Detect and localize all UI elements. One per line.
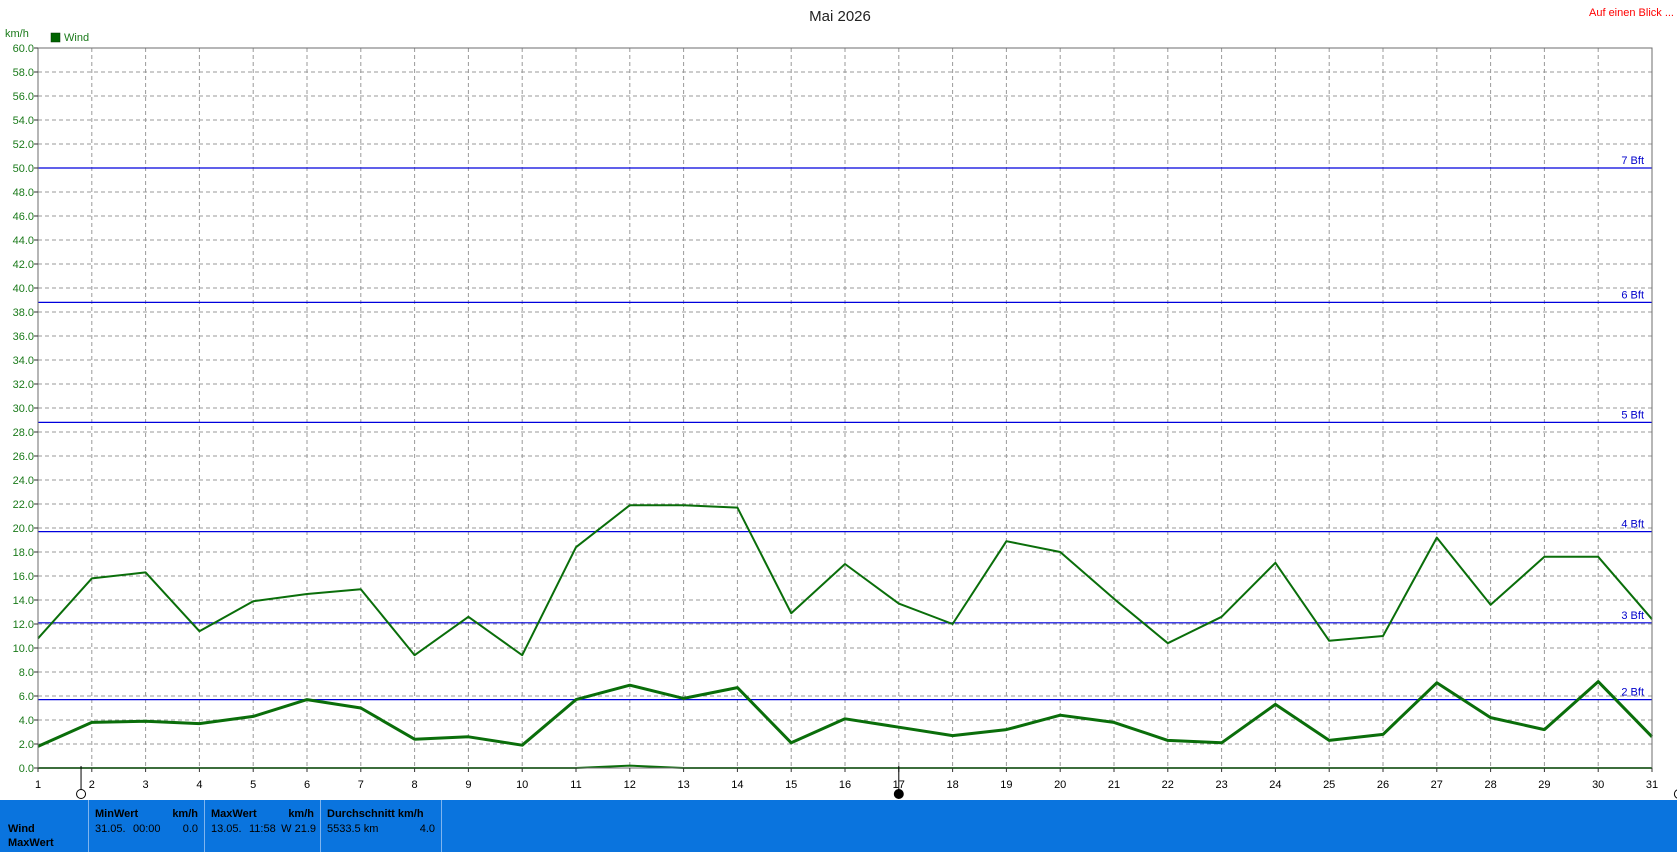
- stats-row-label-maxwert: MaxWert: [8, 837, 54, 849]
- y-tick-label: 18.0: [13, 547, 34, 559]
- x-tick-label: 1: [35, 779, 41, 791]
- y-tick-label: 12.0: [13, 619, 34, 631]
- beaufort-label: 4 Bft: [1621, 519, 1644, 531]
- x-tick-label: 2: [89, 779, 95, 791]
- y-tick-label: 50.0: [13, 163, 34, 175]
- auf-einen-blick-link[interactable]: Auf einen Blick ...: [1589, 7, 1674, 19]
- x-tick-label: 9: [465, 779, 471, 791]
- beaufort-label: 3 Bft: [1621, 610, 1644, 622]
- x-tick-label: 14: [731, 779, 743, 791]
- beaufort-label: 2 Bft: [1621, 687, 1644, 699]
- y-tick-label: 54.0: [13, 115, 34, 127]
- y-tick-label: 36.0: [13, 331, 34, 343]
- y-tick-label: 44.0: [13, 235, 34, 247]
- min-header: MinWert: [95, 808, 139, 820]
- wind-chart: 2 Bft 3 Bft 4 Bft 5 Bft 6 Bft 7 Bft 0.0 2.0 4.0…: [5, 7, 1677, 799]
- x-tick-label: 24: [1269, 779, 1281, 791]
- x-tick-label: 27: [1431, 779, 1443, 791]
- y-tick-label: 2.0: [19, 739, 34, 751]
- y-tick-label: 20.0: [13, 523, 34, 535]
- y-tick-label: 14.0: [13, 595, 34, 607]
- y-tick-label: 6.0: [19, 691, 34, 703]
- x-tick-label: 8: [412, 779, 418, 791]
- statistics-bar: Wind MaxWert MinWert km/h 31.05. 00:00 0…: [0, 800, 1677, 852]
- x-tick-label: 5: [250, 779, 256, 791]
- legend-label: Wind: [64, 32, 89, 44]
- y-tick-label: 10.0: [13, 643, 34, 655]
- y-tick-label: 58.0: [13, 67, 34, 79]
- x-tick-label: 13: [677, 779, 689, 791]
- x-tick-label: 18: [946, 779, 958, 791]
- y-tick-label: 38.0: [13, 307, 34, 319]
- min-unit: km/h: [172, 808, 198, 820]
- avg-header: Durchschnitt km/h: [327, 808, 424, 820]
- range-marker-handle[interactable]: [893, 789, 904, 799]
- x-tick-label: 15: [785, 779, 797, 791]
- y-tick-label: 4.0: [19, 715, 34, 727]
- y-tick-label: 30.0: [13, 403, 34, 415]
- min-date: 31.05.: [95, 823, 126, 835]
- x-tick-label: 23: [1215, 779, 1227, 791]
- stats-row-labels: Wind MaxWert: [0, 800, 88, 852]
- x-tick-label: 6: [304, 779, 310, 791]
- max-unit: km/h: [288, 808, 314, 820]
- max-header: MaxWert: [211, 808, 257, 820]
- x-tick-label: 4: [196, 779, 202, 791]
- x-tick-label: 16: [839, 779, 851, 791]
- beaufort-label: 7 Bft: [1621, 155, 1644, 167]
- x-tick-label: 19: [1000, 779, 1012, 791]
- y-axis: 0.0 2.0 4.0 6.0 8.0 10.0 12.0 14.0 16.0 18.0 20.0 2…: [13, 43, 38, 775]
- range-marker-handle[interactable]: [76, 789, 87, 799]
- y-axis-label: km/h: [5, 28, 29, 40]
- stats-average-column: Durchschnitt km/h 5533.5 km 4.0: [320, 800, 442, 852]
- y-tick-label: 52.0: [13, 139, 34, 151]
- legend: Wind: [50, 32, 89, 44]
- x-tick-label: 29: [1538, 779, 1550, 791]
- y-tick-label: 34.0: [13, 355, 34, 367]
- stats-row-label-wind: Wind: [8, 823, 35, 835]
- y-tick-label: 46.0: [13, 211, 34, 223]
- stats-max-column: MaxWert km/h 13.05. 11:58 W 21.9: [204, 800, 320, 852]
- y-tick-label: 60.0: [13, 43, 34, 55]
- y-tick-label: 56.0: [13, 91, 34, 103]
- x-tick-label: 7: [358, 779, 364, 791]
- y-tick-label: 0.0: [19, 763, 34, 775]
- avg-distance: 5533.5 km: [327, 823, 379, 835]
- x-tick-label: 12: [624, 779, 636, 791]
- x-axis: 1 2 3 4 5 6 7 8 9 10 11 12 13 14 15 16 17 18 19 20 21 22 23 24 2…: [35, 768, 1658, 791]
- y-tick-label: 22.0: [13, 499, 34, 511]
- y-tick-label: 28.0: [13, 427, 34, 439]
- y-tick-label: 8.0: [19, 667, 34, 679]
- y-tick-label: 40.0: [13, 283, 34, 295]
- y-tick-label: 26.0: [13, 451, 34, 463]
- x-tick-label: 11: [570, 779, 581, 791]
- min-value: 0.0: [182, 823, 198, 835]
- stats-min-column: MinWert km/h 31.05. 00:00 0.0: [88, 800, 204, 852]
- x-tick-label: 3: [143, 779, 149, 791]
- x-tick-label: 28: [1484, 779, 1496, 791]
- x-tick-label: 31: [1646, 779, 1658, 791]
- y-tick-label: 32.0: [13, 379, 34, 391]
- x-tick-label: 10: [516, 779, 528, 791]
- x-tick-label: 26: [1377, 779, 1389, 791]
- beaufort-label: 6 Bft: [1621, 289, 1644, 301]
- max-value: W 21.9: [281, 823, 316, 835]
- y-tick-label: 16.0: [13, 571, 34, 583]
- beaufort-label: 5 Bft: [1621, 409, 1644, 421]
- y-tick-label: 48.0: [13, 187, 34, 199]
- x-tick-label: 20: [1054, 779, 1066, 791]
- max-date: 13.05.: [211, 823, 242, 835]
- x-tick-label: 21: [1108, 779, 1120, 791]
- max-time: 11:58: [249, 823, 276, 835]
- x-tick-label: 25: [1323, 779, 1335, 791]
- chart-title: Mai 2026: [809, 8, 871, 25]
- x-tick-label: 22: [1162, 779, 1174, 791]
- min-time: 00:00: [133, 823, 161, 835]
- y-tick-label: 24.0: [13, 475, 34, 487]
- y-tick-label: 42.0: [13, 259, 34, 271]
- avg-value: 4.0: [419, 823, 435, 835]
- legend-swatch: [50, 32, 61, 43]
- x-tick-label: 30: [1592, 779, 1604, 791]
